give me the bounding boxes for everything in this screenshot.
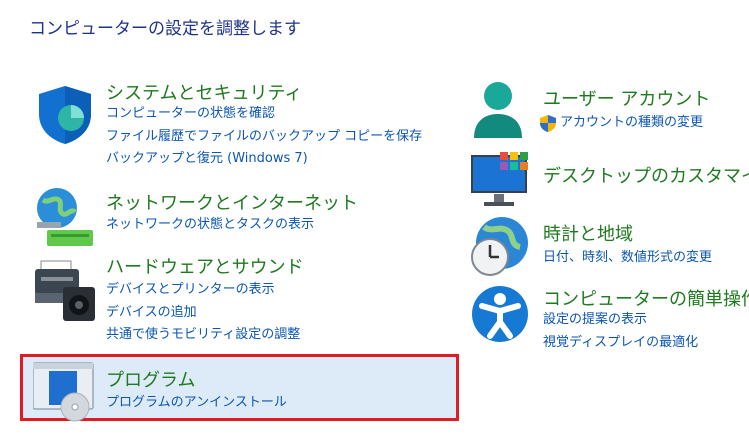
category-title-system-security[interactable]: システムとセキュリティ <box>106 79 302 105</box>
link-date-time-format[interactable]: 日付、時刻、数値形式の変更 <box>543 247 712 270</box>
category-desktop: デスクトップのカスタマイズ <box>470 150 749 210</box>
category-title-hardware[interactable]: ハードウェアとサウンド <box>106 253 304 279</box>
category-hardware-sound: ハードウェアとサウンド デバイスとプリンターの表示 デバイスの追加 共通で使うモ… <box>33 253 453 348</box>
printer-speaker-icon[interactable] <box>33 259 97 323</box>
category-network-internet: ネットワークとインターネット ネットワークの状態とタスクの表示 <box>33 186 453 246</box>
link-file-history[interactable]: ファイル履歴でファイルのバックアップ コピーを保存 <box>106 126 422 149</box>
security-shield-icon[interactable] <box>33 82 97 146</box>
uac-shield-icon <box>540 115 556 132</box>
programs-disc-icon[interactable] <box>33 361 97 425</box>
category-title-network[interactable]: ネットワークとインターネット <box>106 189 358 215</box>
page-title: コンピューターの設定を調整します <box>29 19 301 39</box>
network-globe-icon[interactable] <box>33 186 97 250</box>
link-change-account-type[interactable]: アカウントの種類の変更 <box>540 112 703 135</box>
clock-globe-icon[interactable] <box>470 215 534 279</box>
accessibility-icon[interactable] <box>470 284 534 348</box>
link-uninstall-program[interactable]: プログラムのアンインストール <box>106 392 287 415</box>
link-optimize-display[interactable]: 視覚ディスプレイの最適化 <box>543 332 698 355</box>
category-title-desktop[interactable]: デスクトップのカスタマイズ <box>543 162 749 188</box>
category-title-clock[interactable]: 時計と地域 <box>543 220 633 246</box>
desktop-monitor-icon[interactable] <box>470 150 534 214</box>
link-check-status[interactable]: コンピューターの状態を確認 <box>106 103 422 126</box>
category-title-ease-of-access[interactable]: コンピューターの簡単操作 <box>543 285 749 311</box>
category-ease-of-access: コンピューターの簡単操作 設定の提案の表示 視覚ディスプレイの最適化 <box>470 282 749 354</box>
category-system-security: システムとセキュリティ コンピューターの状態を確認 ファイル履歴でファイルのバッ… <box>33 80 453 180</box>
category-title-user-accounts[interactable]: ユーザー アカウント <box>543 85 710 111</box>
link-add-device[interactable]: デバイスの追加 <box>106 302 300 325</box>
user-account-icon[interactable] <box>470 78 534 142</box>
category-programs: プログラム プログラムのアンインストール <box>33 362 453 422</box>
link-mobility-settings[interactable]: 共通で使うモビリティ設定の調整 <box>106 324 300 347</box>
link-change-account-type-label: アカウントの種類の変更 <box>560 115 704 130</box>
category-clock-region: 時計と地域 日付、時刻、数値形式の変更 <box>470 215 749 280</box>
link-devices-printers[interactable]: デバイスとプリンターの表示 <box>106 279 300 302</box>
link-network-status[interactable]: ネットワークの状態とタスクの表示 <box>106 214 314 237</box>
link-backup-restore[interactable]: バックアップと復元 (Windows 7) <box>106 148 422 171</box>
link-recommended-settings[interactable]: 設定の提案の表示 <box>543 309 698 332</box>
category-user-accounts: ユーザー アカウント アカウントの種類の変更 <box>470 78 749 148</box>
category-title-programs[interactable]: プログラム <box>106 366 195 392</box>
